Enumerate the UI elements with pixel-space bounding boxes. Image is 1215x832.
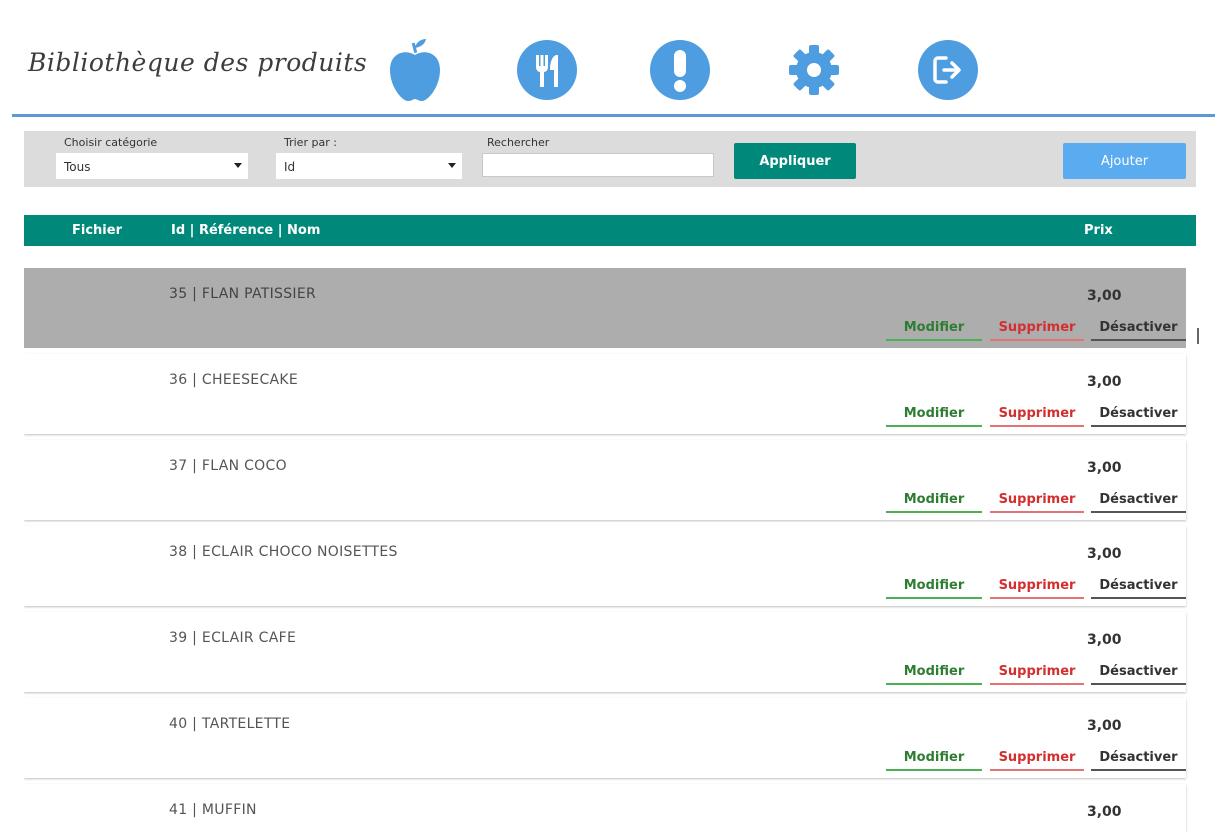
category-select-value: Tous	[64, 160, 91, 174]
product-price: 3,00	[1087, 546, 1122, 562]
product-row[interactable]: 36 | CHEESECAKE 3,00 Modifier Supprimer …	[24, 354, 1186, 434]
product-name: 38 | ECLAIR CHOCO NOISETTES	[169, 544, 398, 560]
product-row[interactable]: 35 | FLAN PATISSIER 3,00 Modifier Suppri…	[24, 268, 1186, 348]
search-label: Rechercher	[487, 136, 550, 149]
product-name: 36 | CHEESECAKE	[169, 372, 299, 388]
product-list: 35 | FLAN PATISSIER 3,00 Modifier Suppri…	[24, 268, 1196, 832]
disable-button[interactable]: Désactiver	[1091, 578, 1186, 599]
nav-alerts-button[interactable]	[650, 40, 710, 100]
product-row[interactable]: 39 | ECLAIR CAFE 3,00 Modifier Supprimer…	[24, 612, 1186, 692]
gear-icon	[789, 45, 839, 95]
sort-label: Trier par :	[284, 136, 337, 149]
product-name: 40 | TARTELETTE	[169, 716, 291, 732]
nav-menus-button[interactable]	[517, 40, 577, 100]
product-name: 41 | MUFFIN	[169, 802, 257, 818]
edit-button[interactable]: Modifier	[886, 492, 982, 513]
product-price: 3,00	[1087, 288, 1122, 304]
delete-button[interactable]: Supprimer	[990, 406, 1084, 427]
search-input[interactable]	[482, 153, 714, 177]
delete-button[interactable]: Supprimer	[990, 320, 1084, 341]
product-price: 3,00	[1087, 718, 1122, 734]
add-button[interactable]: Ajouter	[1063, 143, 1186, 179]
disable-button[interactable]: Désactiver	[1091, 320, 1186, 341]
product-row[interactable]: 37 | FLAN COCO 3,00 Modifier Supprimer D…	[24, 440, 1186, 520]
column-price: Prix	[1084, 223, 1113, 238]
product-price: 3,00	[1087, 632, 1122, 648]
delete-button[interactable]: Supprimer	[990, 492, 1084, 513]
delete-button[interactable]: Supprimer	[990, 578, 1084, 599]
product-name: 35 | FLAN PATISSIER	[169, 286, 316, 302]
disable-button[interactable]: Désactiver	[1091, 750, 1186, 771]
product-row[interactable]: 40 | TARTELETTE 3,00 Modifier Supprimer …	[24, 698, 1186, 778]
chevron-down-icon	[234, 163, 242, 168]
nav-products-button[interactable]	[385, 39, 445, 101]
column-file: Fichier	[72, 223, 122, 238]
product-row[interactable]: 41 | MUFFIN 3,00 Modifier Supprimer Désa…	[24, 784, 1186, 832]
edit-button[interactable]: Modifier	[886, 320, 982, 341]
alert-icon	[674, 50, 686, 92]
scrollbar-thumb[interactable]	[1197, 328, 1199, 344]
category-label: Choisir catégorie	[64, 136, 158, 149]
apply-button[interactable]: Appliquer	[734, 143, 856, 179]
nav-settings-button[interactable]	[784, 40, 844, 100]
nav-logout-button[interactable]	[918, 40, 978, 100]
header-divider	[12, 114, 1215, 117]
filter-bar: Choisir catégorie Tous Trier par : Id Re…	[24, 131, 1196, 187]
product-price: 3,00	[1087, 460, 1122, 476]
header: Bibliothèque des produits	[0, 0, 1215, 118]
product-name: 37 | FLAN COCO	[169, 458, 287, 474]
category-select[interactable]: Tous	[56, 153, 248, 179]
chevron-down-icon	[448, 163, 456, 168]
disable-button[interactable]: Désactiver	[1091, 406, 1186, 427]
product-name: 39 | ECLAIR CAFE	[169, 630, 297, 646]
edit-button[interactable]: Modifier	[886, 664, 982, 685]
disable-button[interactable]: Désactiver	[1091, 664, 1186, 685]
apple-icon	[390, 39, 440, 101]
disable-button[interactable]: Désactiver	[1091, 492, 1186, 513]
fork-knife-icon	[536, 55, 558, 87]
edit-button[interactable]: Modifier	[886, 406, 982, 427]
edit-button[interactable]: Modifier	[886, 578, 982, 599]
delete-button[interactable]: Supprimer	[990, 664, 1084, 685]
delete-button[interactable]: Supprimer	[990, 750, 1084, 771]
sort-select[interactable]: Id	[276, 153, 462, 179]
product-price: 3,00	[1087, 374, 1122, 390]
logout-icon	[933, 56, 961, 84]
product-price: 3,00	[1087, 804, 1122, 820]
product-row[interactable]: 38 | ECLAIR CHOCO NOISETTES 3,00 Modifie…	[24, 526, 1186, 606]
column-name: Id | Référence | Nom	[171, 223, 321, 238]
table-header: Fichier Id | Référence | Nom Prix	[24, 215, 1196, 246]
page-title: Bibliothèque des produits	[28, 48, 368, 77]
edit-button[interactable]: Modifier	[886, 750, 982, 771]
sort-select-value: Id	[284, 160, 296, 174]
